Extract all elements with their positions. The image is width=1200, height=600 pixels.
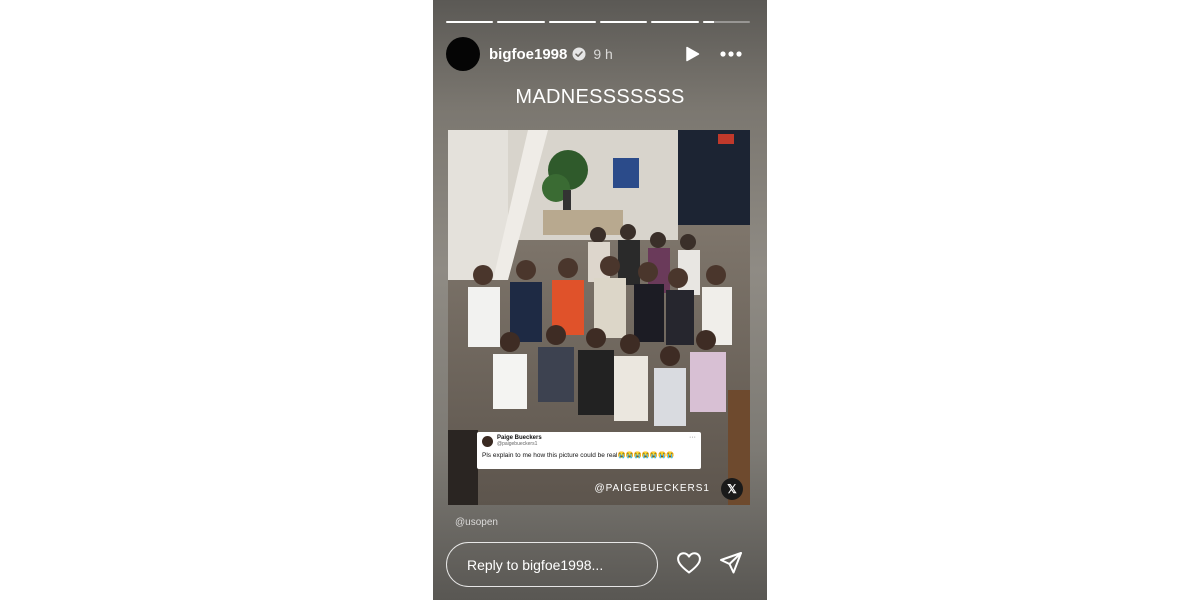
progress-segment bbox=[651, 21, 699, 23]
more-icon bbox=[720, 51, 742, 57]
story-photo[interactable]: Paige Bueckers @paigebueckers1 ··· Pls e… bbox=[448, 130, 750, 505]
progress-segment bbox=[548, 21, 596, 23]
more-options-button[interactable] bbox=[720, 51, 742, 57]
reply-input[interactable]: Reply to bigfoe1998... bbox=[446, 542, 658, 587]
progress-segment-fill bbox=[446, 21, 494, 23]
tweet-avatar bbox=[482, 435, 493, 447]
story-header: bigfoe1998 9 h bbox=[446, 37, 754, 71]
story-time: 9 h bbox=[593, 46, 613, 62]
username[interactable]: bigfoe1998 bbox=[489, 46, 567, 63]
progress-segment-fill bbox=[651, 21, 699, 23]
progress-segment-fill bbox=[497, 21, 545, 23]
send-icon bbox=[720, 552, 742, 574]
tweet-text: Pls explain to me how this picture could… bbox=[482, 452, 675, 459]
play-icon bbox=[686, 46, 700, 62]
progress-segment-fill bbox=[599, 21, 648, 23]
progress-segment-fill bbox=[702, 21, 715, 23]
story-viewer: bigfoe1998 9 h MADNESSSSSSS Paige Buecke… bbox=[433, 0, 767, 600]
verified-badge-icon bbox=[572, 47, 586, 61]
heart-icon bbox=[677, 552, 701, 574]
tweet-card: Paige Bueckers @paigebueckers1 ··· Pls e… bbox=[477, 432, 701, 469]
send-button[interactable] bbox=[719, 551, 743, 580]
tweet-author-handle: @paigebueckers1 bbox=[497, 441, 538, 447]
mention-sticker[interactable]: @usopen bbox=[455, 517, 498, 528]
progress-segment bbox=[446, 21, 494, 23]
avatar[interactable] bbox=[446, 37, 480, 71]
reply-placeholder: Reply to bigfoe1998... bbox=[467, 556, 604, 573]
progress-segment bbox=[599, 21, 648, 23]
progress-segment-fill bbox=[548, 21, 596, 23]
story-progress-bar bbox=[446, 21, 750, 23]
play-button[interactable] bbox=[685, 46, 700, 62]
story-caption: MADNESSSSSSS bbox=[515, 86, 685, 108]
progress-segment bbox=[702, 21, 750, 23]
x-logo-icon: 𝕏 bbox=[721, 478, 743, 500]
tweet-more-icon: ··· bbox=[689, 434, 696, 441]
watermark-handle: @PAIGEBUECKERS1 bbox=[594, 483, 710, 494]
like-button[interactable] bbox=[676, 551, 702, 580]
progress-segment bbox=[497, 21, 545, 23]
